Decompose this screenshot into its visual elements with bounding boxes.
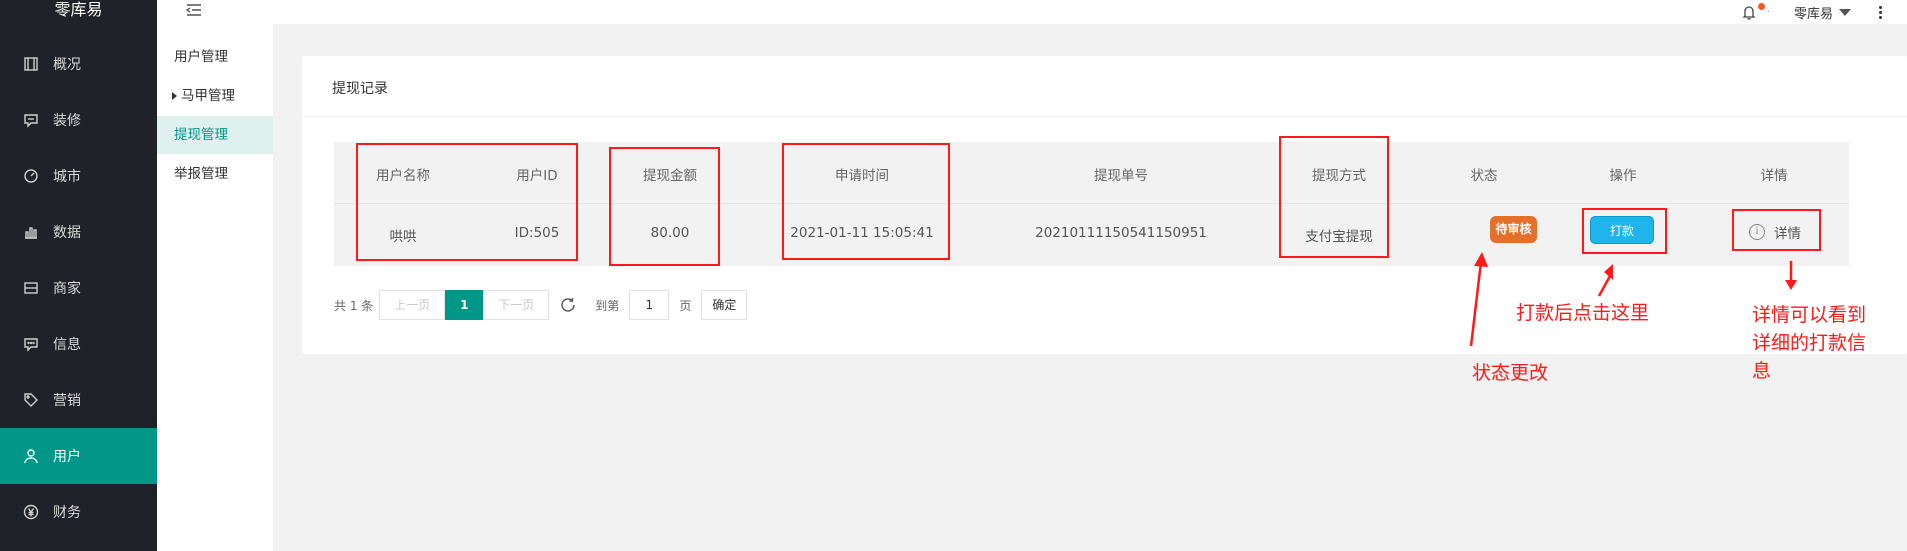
refresh-icon[interactable] (559, 296, 577, 314)
sidebar-item-overview[interactable]: 概况 (0, 36, 157, 92)
header-amount: 提现金额 (643, 168, 697, 184)
sidebar-item-merchant[interactable]: 商家 (0, 260, 157, 316)
sidebar-item-label: 装修 (53, 113, 81, 129)
caret-down-icon[interactable] (1839, 8, 1851, 16)
header-detail: 详情 (1760, 168, 1788, 184)
pager-total: 共 1 条 (334, 298, 374, 313)
cell-apply-time: 2021-01-11 15:05:41 (790, 225, 934, 241)
notification-dot (1757, 3, 1765, 10)
sidebar-item-marketing[interactable]: 营销 (0, 372, 157, 428)
confirm-page-button[interactable]: 确定 (701, 290, 748, 320)
pagination: 共 1 条 上一页 1 下一页 到第 页 确定 (334, 290, 748, 320)
annotation-detail-line1: 详情可以看到 (1752, 304, 1867, 326)
message-icon (22, 111, 40, 129)
gauge-icon (22, 167, 40, 185)
sidebar-item-label: 营销 (53, 393, 81, 409)
detail-link[interactable]: i 详情 (1749, 222, 1801, 242)
yen-icon (22, 503, 40, 521)
sidebar-item-label: 概况 (53, 57, 81, 73)
submenu: 用户管理 马甲管理 提现管理 举报管理 (157, 24, 273, 551)
brand-logo: 零库易 (54, 0, 103, 19)
submenu-item-label: 马甲管理 (181, 88, 235, 104)
bar-chart-icon (22, 223, 40, 241)
header-user-name: 用户名称 (376, 168, 430, 184)
goto-label: 到第 (595, 298, 620, 313)
withdraw-table: 用户名称 用户ID 提现金额 申请时间 提现单号 提现方式 状态 操作 详情 哄… (334, 142, 1849, 266)
annotation-detail-line3: 息 (1752, 360, 1772, 382)
sidebar: 零库易 概况 装修 城市 数据 商家 信息 营销 用户 财务 (0, 0, 157, 551)
annotation-status-change: 状态更改 (1472, 362, 1549, 384)
page-number-input[interactable] (629, 290, 670, 320)
top-header: · 零库易 (157, 0, 1907, 24)
sidebar-item-label: 用户 (53, 449, 81, 465)
sidebar-item-info[interactable]: 信息 (0, 316, 157, 372)
header-status: 状态 (1470, 168, 1498, 184)
sidebar-item-label: 城市 (53, 169, 81, 185)
sidebar-item-decoration[interactable]: 装修 (0, 92, 157, 148)
cell-user-name: 哄哄 (389, 229, 417, 245)
header-method: 提现方式 (1312, 168, 1366, 184)
submenu-item-withdraw-management[interactable]: 提现管理 (157, 116, 273, 154)
header-apply-time: 申请时间 (835, 168, 889, 184)
caret-right-icon (172, 92, 177, 100)
next-page-button[interactable]: 下一页 (483, 290, 550, 320)
submenu-item-user-management[interactable]: 用户管理 (157, 38, 273, 76)
sidebar-item-label: 财务 (53, 505, 81, 521)
header-action: 操作 (1609, 168, 1637, 184)
cell-user-id: ID:505 (514, 225, 560, 241)
card-icon (22, 279, 40, 297)
chat-icon (22, 335, 40, 353)
sidebar-item-data[interactable]: 数据 (0, 204, 157, 260)
cell-method: 支付宝提现 (1305, 229, 1373, 245)
header-order-no: 提现单号 (1094, 168, 1148, 184)
sidebar-item-label: 数据 (53, 225, 81, 241)
table-header: 用户名称 用户ID 提现金额 申请时间 提现单号 提现方式 状态 操作 详情 (334, 142, 1849, 203)
bell-icon[interactable] (1741, 3, 1765, 20)
status-badge: 待审核 (1490, 216, 1537, 243)
submenu-item-report-management[interactable]: 举报管理 (157, 155, 273, 193)
card-divider (302, 116, 1907, 117)
sidebar-item-finance[interactable]: 财务 (0, 484, 157, 540)
pay-button[interactable]: 打款 (1590, 216, 1654, 244)
header-actions: · 零库易 (1741, 0, 1907, 24)
submenu-item-vest-management[interactable]: 马甲管理 (157, 77, 273, 115)
card-title: 提现记录 (332, 81, 388, 97)
tag-icon (22, 391, 40, 409)
sidebar-item-label: 商家 (53, 281, 81, 297)
header-user-id: 用户ID (516, 168, 558, 184)
sidebar-item-users[interactable]: 用户 (0, 428, 157, 484)
annotation-detail-line2: 详细的打款信 (1752, 332, 1867, 354)
header-separator: · (1766, 6, 1770, 18)
current-page[interactable]: 1 (445, 290, 484, 320)
user-icon (22, 447, 40, 465)
cell-order-no: 20210111150541150951 (1035, 225, 1207, 241)
detail-label: 详情 (1774, 226, 1801, 242)
cell-amount: 80.00 (650, 225, 690, 241)
menu-fold-icon[interactable] (185, 2, 203, 20)
more-vertical-icon[interactable] (1879, 5, 1883, 19)
prev-page-button[interactable]: 上一页 (379, 290, 446, 320)
sidebar-item-label: 信息 (53, 337, 81, 353)
withdraw-card: 提现记录 用户名称 用户ID 提现金额 申请时间 提现单号 提现方式 状态 操作… (302, 56, 1907, 354)
sidebar-item-city[interactable]: 城市 (0, 148, 157, 204)
table-row: 哄哄 ID:505 80.00 2021-01-11 15:05:41 2021… (334, 203, 1849, 266)
frame-icon (22, 55, 40, 73)
user-menu[interactable]: 零库易 (1794, 3, 1833, 22)
annotation-pay-click: 打款后点击这里 (1516, 302, 1650, 324)
info-icon: i (1749, 224, 1765, 240)
page-unit-label: 页 (679, 298, 692, 313)
